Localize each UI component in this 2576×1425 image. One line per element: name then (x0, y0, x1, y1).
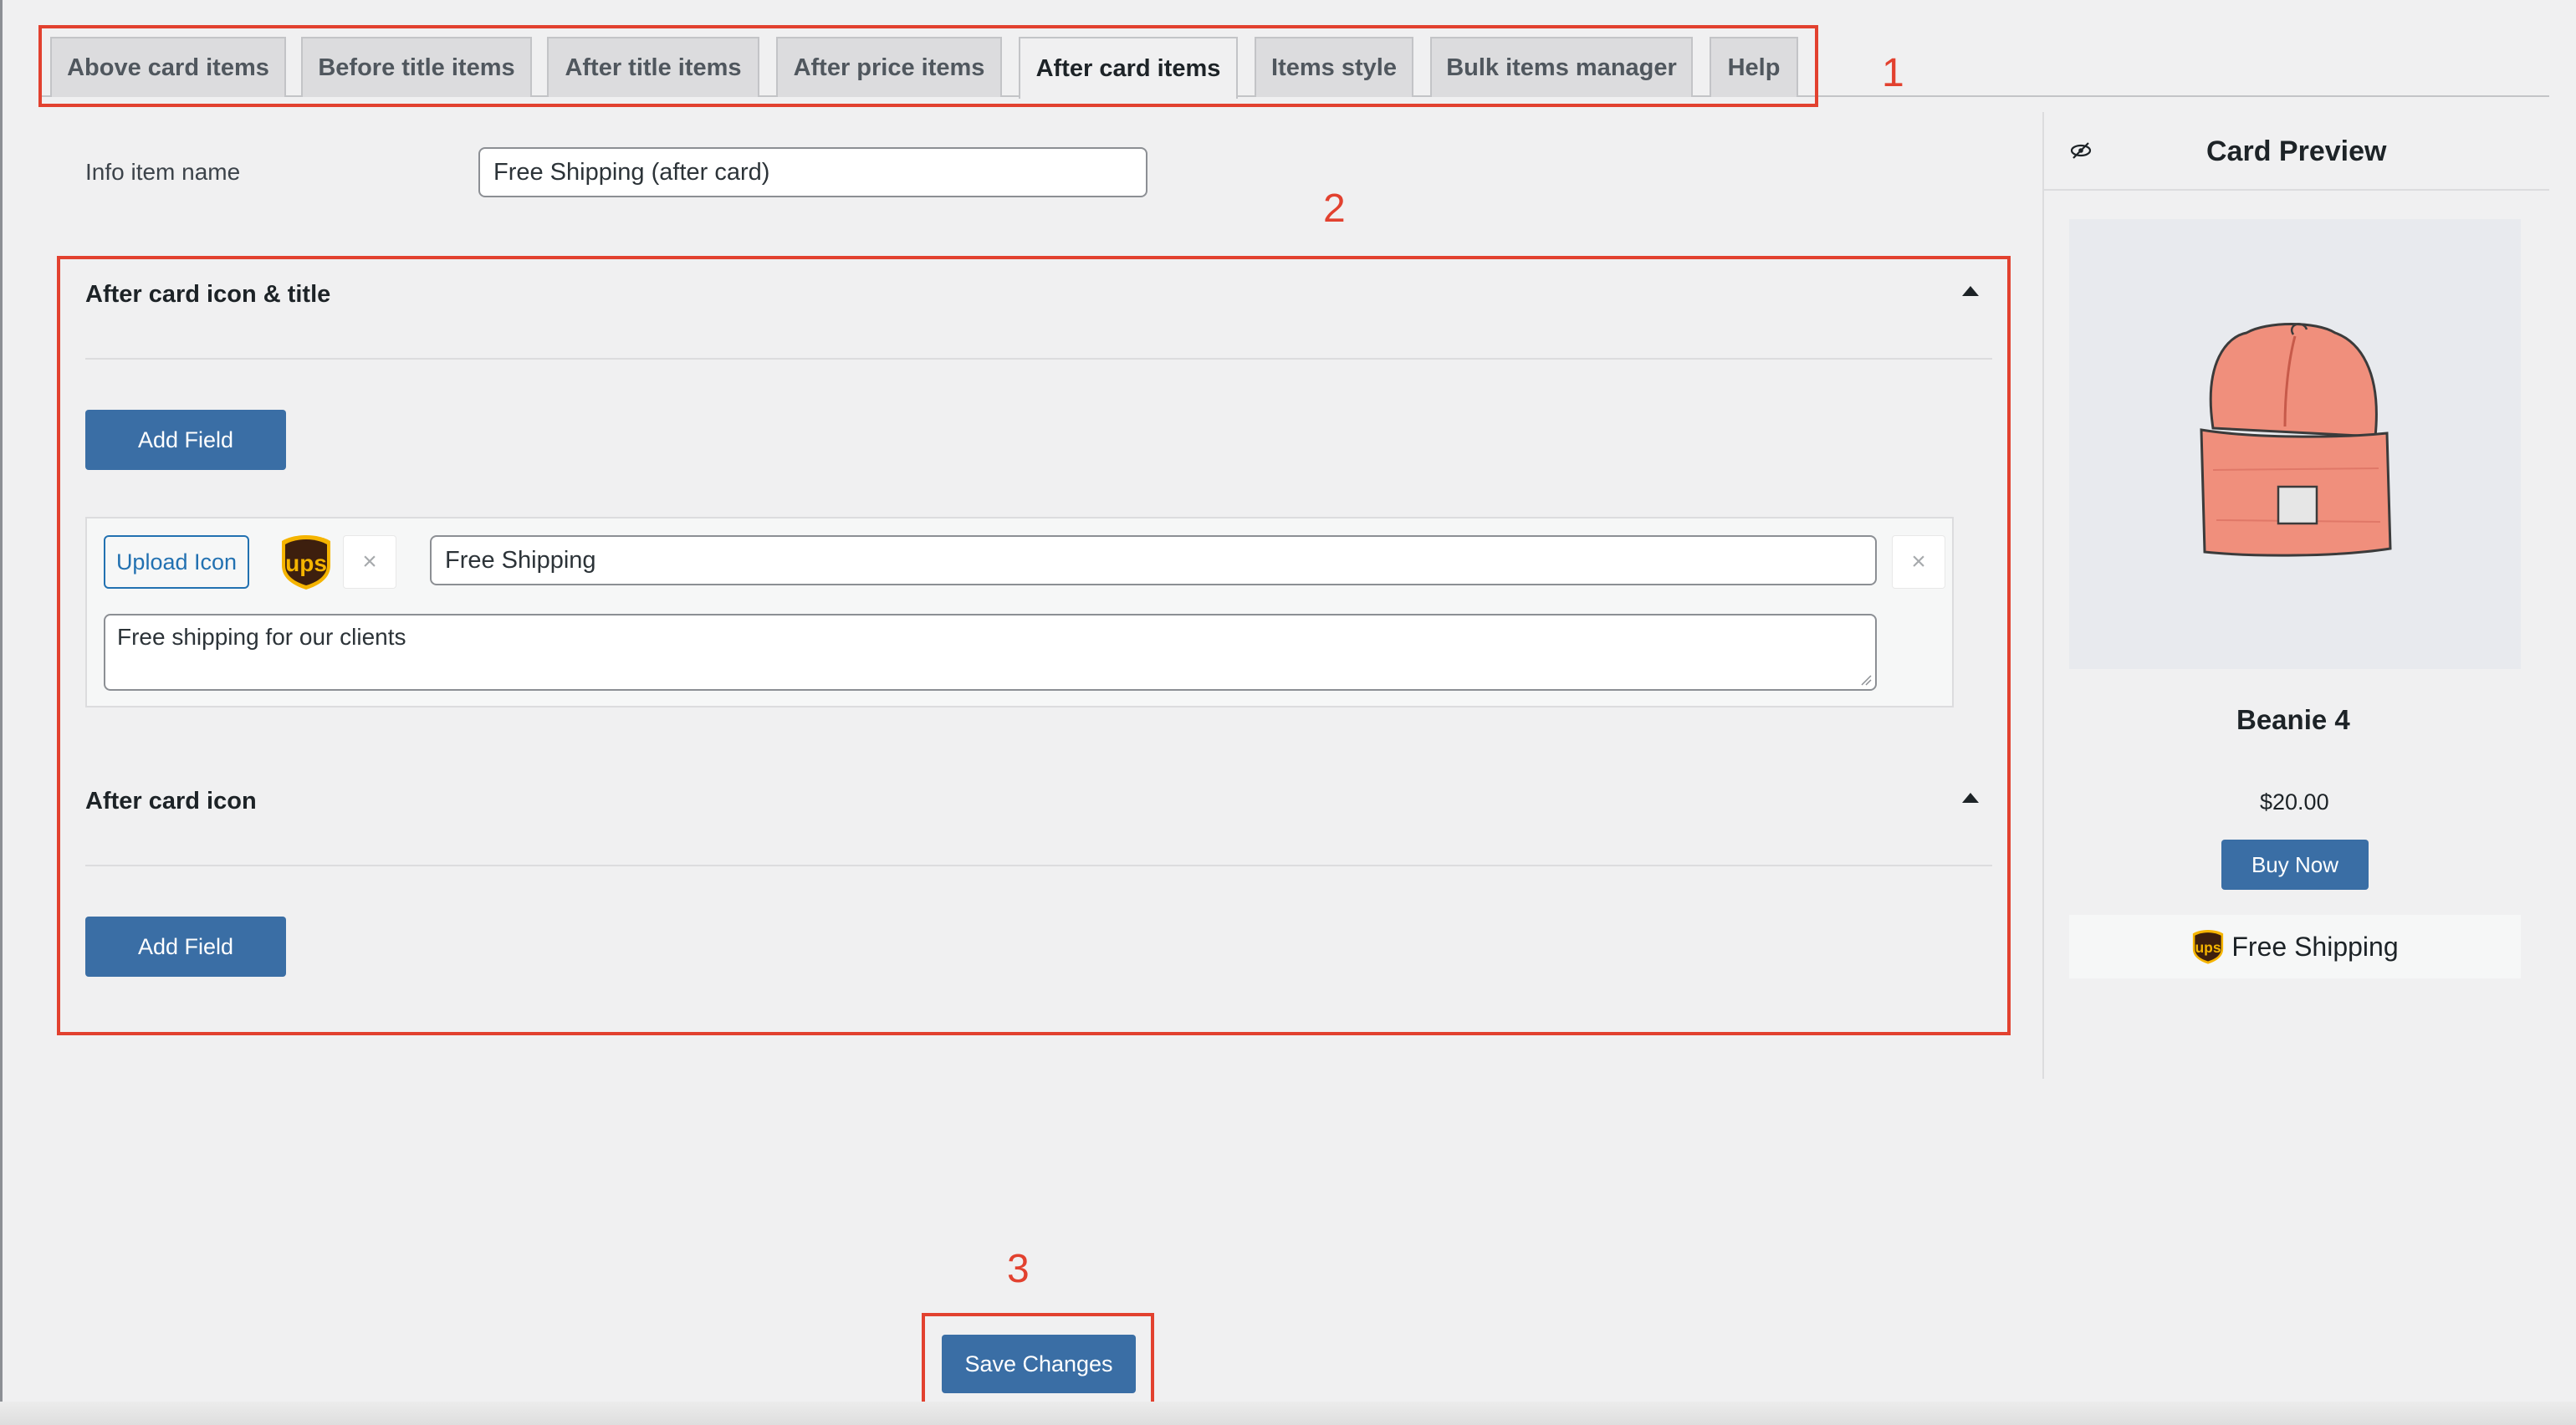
section-title-icon: After card icon (85, 788, 257, 815)
resize-grip-icon[interactable] (1860, 674, 1872, 686)
svg-text:ups: ups (285, 550, 327, 576)
field-description-textarea[interactable]: Free shipping for our clients (104, 614, 1877, 691)
field-title-value: Free Shipping (445, 546, 596, 574)
annotation-number-2: 2 (1323, 186, 1346, 231)
buy-now-button[interactable]: Buy Now (2221, 840, 2369, 890)
field-title-input[interactable]: Free Shipping (430, 535, 1877, 585)
save-changes-button[interactable]: Save Changes (942, 1335, 1136, 1393)
collapse-caret-icon[interactable] (1962, 286, 1979, 296)
remove-icon-button[interactable]: × (343, 535, 396, 589)
shipping-text: Free Shipping (2231, 931, 2399, 962)
info-item-name-label: Info item name (85, 159, 241, 185)
annotation-number-3: 3 (1007, 1247, 1030, 1291)
info-item-name-input[interactable]: Free Shipping (after card) (478, 147, 1147, 197)
upload-icon-button[interactable]: Upload Icon (104, 535, 249, 589)
icon-title-field-row: Upload Icon ups × Free Shipping × Free s… (85, 517, 1954, 707)
collapse-caret-icon[interactable] (1962, 793, 1979, 803)
ups-logo-icon: ups (279, 534, 333, 590)
field-description-value: Free shipping for our clients (117, 624, 406, 650)
eye-slash-icon[interactable] (2069, 140, 2093, 161)
add-field-button[interactable]: Add Field (85, 410, 286, 470)
product-title: Beanie 4 (2236, 704, 2350, 735)
remove-field-button[interactable]: × (1892, 535, 1945, 589)
svg-text:ups: ups (2195, 939, 2221, 956)
section-divider (85, 865, 1992, 866)
card-preview-heading: Card Preview (2206, 135, 2387, 167)
section-divider (85, 358, 1992, 360)
ups-logo-icon: ups (2193, 930, 2224, 964)
add-field-button[interactable]: Add Field (85, 917, 286, 977)
beanie-image (2069, 219, 2521, 669)
shipping-info-item: ups Free Shipping (2069, 915, 2521, 978)
info-item-name-value: Free Shipping (after card) (493, 158, 770, 186)
annotation-number-1: 1 (1882, 51, 1904, 95)
preview-header-divider (2044, 189, 2549, 191)
product-price: $20.00 (2260, 789, 2329, 815)
window-edge (0, 0, 3, 1425)
footer-strip (0, 1402, 2576, 1425)
preview-divider (2042, 112, 2044, 1079)
section-title-icon-and-title: After card icon & title (85, 281, 331, 308)
annotation-box-1 (38, 25, 1818, 107)
